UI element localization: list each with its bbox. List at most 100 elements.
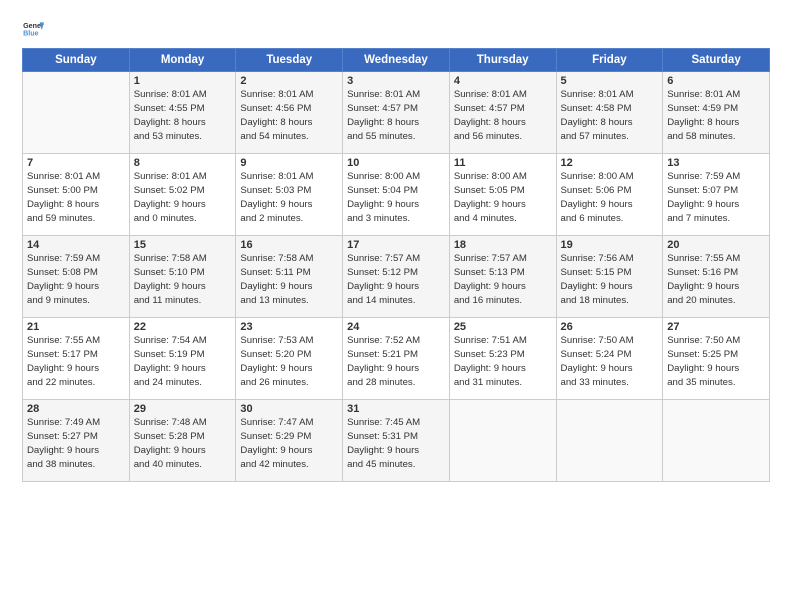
calendar-cell: 2Sunrise: 8:01 AMSunset: 4:56 PMDaylight… xyxy=(236,72,343,154)
calendar-cell: 27Sunrise: 7:50 AMSunset: 5:25 PMDayligh… xyxy=(663,318,770,400)
day-number: 13 xyxy=(667,157,765,169)
week-row-1: 1Sunrise: 8:01 AMSunset: 4:55 PMDaylight… xyxy=(23,72,770,154)
header-row: SundayMondayTuesdayWednesdayThursdayFrid… xyxy=(23,49,770,72)
calendar-cell: 20Sunrise: 7:55 AMSunset: 5:16 PMDayligh… xyxy=(663,236,770,318)
calendar-body: 1Sunrise: 8:01 AMSunset: 4:55 PMDaylight… xyxy=(23,72,770,482)
calendar-header: SundayMondayTuesdayWednesdayThursdayFrid… xyxy=(23,49,770,72)
day-number: 26 xyxy=(561,321,659,333)
calendar-cell: 24Sunrise: 7:52 AMSunset: 5:21 PMDayligh… xyxy=(343,318,450,400)
day-info: Sunrise: 7:52 AMSunset: 5:21 PMDaylight:… xyxy=(347,334,445,390)
day-info: Sunrise: 7:59 AMSunset: 5:08 PMDaylight:… xyxy=(27,252,125,308)
day-info: Sunrise: 7:59 AMSunset: 5:07 PMDaylight:… xyxy=(667,170,765,226)
day-info: Sunrise: 8:00 AMSunset: 5:05 PMDaylight:… xyxy=(454,170,552,226)
day-number: 2 xyxy=(240,75,338,87)
calendar-cell: 8Sunrise: 8:01 AMSunset: 5:02 PMDaylight… xyxy=(129,154,236,236)
day-info: Sunrise: 7:49 AMSunset: 5:27 PMDaylight:… xyxy=(27,416,125,472)
calendar-cell: 25Sunrise: 7:51 AMSunset: 5:23 PMDayligh… xyxy=(449,318,556,400)
day-number: 28 xyxy=(27,403,125,415)
day-info: Sunrise: 7:57 AMSunset: 5:12 PMDaylight:… xyxy=(347,252,445,308)
calendar-cell: 1Sunrise: 8:01 AMSunset: 4:55 PMDaylight… xyxy=(129,72,236,154)
week-row-4: 21Sunrise: 7:55 AMSunset: 5:17 PMDayligh… xyxy=(23,318,770,400)
day-number: 10 xyxy=(347,157,445,169)
col-header-thursday: Thursday xyxy=(449,49,556,72)
calendar-cell: 18Sunrise: 7:57 AMSunset: 5:13 PMDayligh… xyxy=(449,236,556,318)
day-info: Sunrise: 7:58 AMSunset: 5:10 PMDaylight:… xyxy=(134,252,232,308)
logo-icon: General Blue xyxy=(22,18,44,40)
calendar-cell: 31Sunrise: 7:45 AMSunset: 5:31 PMDayligh… xyxy=(343,400,450,482)
day-info: Sunrise: 7:50 AMSunset: 5:24 PMDaylight:… xyxy=(561,334,659,390)
day-info: Sunrise: 7:55 AMSunset: 5:16 PMDaylight:… xyxy=(667,252,765,308)
calendar-cell: 30Sunrise: 7:47 AMSunset: 5:29 PMDayligh… xyxy=(236,400,343,482)
day-info: Sunrise: 8:01 AMSunset: 5:03 PMDaylight:… xyxy=(240,170,338,226)
day-info: Sunrise: 7:54 AMSunset: 5:19 PMDaylight:… xyxy=(134,334,232,390)
day-info: Sunrise: 8:01 AMSunset: 4:58 PMDaylight:… xyxy=(561,88,659,144)
calendar-cell: 21Sunrise: 7:55 AMSunset: 5:17 PMDayligh… xyxy=(23,318,130,400)
calendar-cell: 10Sunrise: 8:00 AMSunset: 5:04 PMDayligh… xyxy=(343,154,450,236)
calendar-cell xyxy=(449,400,556,482)
col-header-wednesday: Wednesday xyxy=(343,49,450,72)
col-header-sunday: Sunday xyxy=(23,49,130,72)
day-number: 3 xyxy=(347,75,445,87)
calendar-cell xyxy=(23,72,130,154)
calendar-table: SundayMondayTuesdayWednesdayThursdayFrid… xyxy=(22,48,770,482)
day-info: Sunrise: 7:47 AMSunset: 5:29 PMDaylight:… xyxy=(240,416,338,472)
calendar-cell: 16Sunrise: 7:58 AMSunset: 5:11 PMDayligh… xyxy=(236,236,343,318)
day-number: 9 xyxy=(240,157,338,169)
day-number: 15 xyxy=(134,239,232,251)
day-number: 19 xyxy=(561,239,659,251)
calendar-cell: 9Sunrise: 8:01 AMSunset: 5:03 PMDaylight… xyxy=(236,154,343,236)
day-number: 7 xyxy=(27,157,125,169)
week-row-2: 7Sunrise: 8:01 AMSunset: 5:00 PMDaylight… xyxy=(23,154,770,236)
calendar-cell: 29Sunrise: 7:48 AMSunset: 5:28 PMDayligh… xyxy=(129,400,236,482)
calendar-cell: 5Sunrise: 8:01 AMSunset: 4:58 PMDaylight… xyxy=(556,72,663,154)
day-number: 6 xyxy=(667,75,765,87)
calendar-cell: 3Sunrise: 8:01 AMSunset: 4:57 PMDaylight… xyxy=(343,72,450,154)
day-info: Sunrise: 8:01 AMSunset: 5:00 PMDaylight:… xyxy=(27,170,125,226)
day-number: 18 xyxy=(454,239,552,251)
day-number: 17 xyxy=(347,239,445,251)
calendar-cell: 13Sunrise: 7:59 AMSunset: 5:07 PMDayligh… xyxy=(663,154,770,236)
day-info: Sunrise: 7:55 AMSunset: 5:17 PMDaylight:… xyxy=(27,334,125,390)
calendar-cell: 6Sunrise: 8:01 AMSunset: 4:59 PMDaylight… xyxy=(663,72,770,154)
day-number: 23 xyxy=(240,321,338,333)
calendar-cell: 19Sunrise: 7:56 AMSunset: 5:15 PMDayligh… xyxy=(556,236,663,318)
calendar-cell: 28Sunrise: 7:49 AMSunset: 5:27 PMDayligh… xyxy=(23,400,130,482)
calendar-cell xyxy=(556,400,663,482)
day-number: 11 xyxy=(454,157,552,169)
svg-text:Blue: Blue xyxy=(23,30,39,38)
day-info: Sunrise: 7:51 AMSunset: 5:23 PMDaylight:… xyxy=(454,334,552,390)
day-number: 4 xyxy=(454,75,552,87)
col-header-monday: Monday xyxy=(129,49,236,72)
day-info: Sunrise: 7:56 AMSunset: 5:15 PMDaylight:… xyxy=(561,252,659,308)
day-info: Sunrise: 8:01 AMSunset: 4:57 PMDaylight:… xyxy=(454,88,552,144)
calendar-cell: 22Sunrise: 7:54 AMSunset: 5:19 PMDayligh… xyxy=(129,318,236,400)
col-header-friday: Friday xyxy=(556,49,663,72)
day-info: Sunrise: 8:00 AMSunset: 5:04 PMDaylight:… xyxy=(347,170,445,226)
day-number: 20 xyxy=(667,239,765,251)
day-number: 8 xyxy=(134,157,232,169)
calendar-cell: 23Sunrise: 7:53 AMSunset: 5:20 PMDayligh… xyxy=(236,318,343,400)
logo: General Blue xyxy=(22,18,48,40)
week-row-3: 14Sunrise: 7:59 AMSunset: 5:08 PMDayligh… xyxy=(23,236,770,318)
col-header-tuesday: Tuesday xyxy=(236,49,343,72)
day-info: Sunrise: 7:58 AMSunset: 5:11 PMDaylight:… xyxy=(240,252,338,308)
day-info: Sunrise: 7:45 AMSunset: 5:31 PMDaylight:… xyxy=(347,416,445,472)
day-number: 25 xyxy=(454,321,552,333)
calendar-cell: 14Sunrise: 7:59 AMSunset: 5:08 PMDayligh… xyxy=(23,236,130,318)
day-info: Sunrise: 8:01 AMSunset: 5:02 PMDaylight:… xyxy=(134,170,232,226)
header: General Blue xyxy=(22,18,770,40)
day-info: Sunrise: 7:50 AMSunset: 5:25 PMDaylight:… xyxy=(667,334,765,390)
day-number: 21 xyxy=(27,321,125,333)
day-number: 12 xyxy=(561,157,659,169)
day-number: 31 xyxy=(347,403,445,415)
calendar-cell: 17Sunrise: 7:57 AMSunset: 5:12 PMDayligh… xyxy=(343,236,450,318)
day-number: 5 xyxy=(561,75,659,87)
day-number: 24 xyxy=(347,321,445,333)
col-header-saturday: Saturday xyxy=(663,49,770,72)
day-info: Sunrise: 8:01 AMSunset: 4:59 PMDaylight:… xyxy=(667,88,765,144)
day-info: Sunrise: 8:01 AMSunset: 4:57 PMDaylight:… xyxy=(347,88,445,144)
calendar-cell: 7Sunrise: 8:01 AMSunset: 5:00 PMDaylight… xyxy=(23,154,130,236)
day-info: Sunrise: 7:57 AMSunset: 5:13 PMDaylight:… xyxy=(454,252,552,308)
day-number: 16 xyxy=(240,239,338,251)
calendar-cell: 4Sunrise: 8:01 AMSunset: 4:57 PMDaylight… xyxy=(449,72,556,154)
